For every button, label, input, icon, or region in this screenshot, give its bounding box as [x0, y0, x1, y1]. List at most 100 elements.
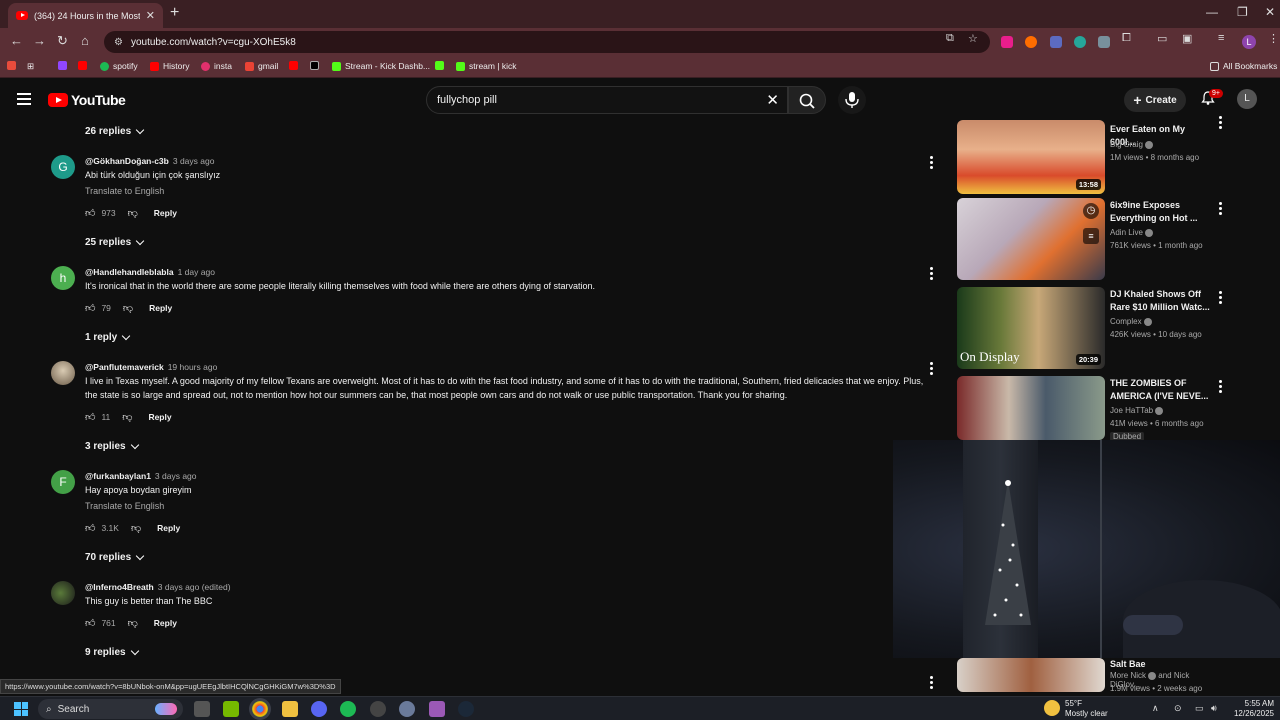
tab-youtube[interactable]: (364) 24 Hours in the Most Obe ✕ — [8, 3, 163, 28]
comment-author[interactable]: @Panflutemaverick — [85, 362, 164, 372]
dislike-icon[interactable]: 👎︎ — [123, 302, 133, 314]
create-button[interactable]: + Create — [1124, 88, 1186, 112]
network-icon[interactable]: ▭ — [1195, 703, 1204, 714]
watch-later-icon[interactable]: ◷ — [1083, 203, 1099, 219]
bookmark-star-icon[interactable]: ☆ — [968, 32, 978, 45]
video-title[interactable]: Salt Bae — [1110, 658, 1212, 671]
comment-time[interactable]: 19 hours ago — [168, 362, 218, 372]
video-title[interactable]: THE ZOMBIES OF AMERICA (I'VE NEVE... — [1110, 377, 1212, 403]
all-bookmarks[interactable]: All Bookmarks — [1210, 61, 1277, 71]
discord-icon[interactable] — [311, 701, 327, 717]
like-icon[interactable]: 👍︎ — [85, 617, 95, 629]
spotify-icon[interactable] — [340, 701, 356, 717]
comment-menu-icon[interactable] — [930, 156, 934, 171]
channel-name[interactable]: Adin Live — [1110, 228, 1153, 237]
extension-icon[interactable] — [1050, 36, 1062, 48]
obs-icon[interactable] — [370, 701, 386, 717]
video-thumbnail[interactable] — [957, 658, 1105, 692]
replies-toggle[interactable]: 25 replies — [85, 236, 145, 248]
video-thumbnail[interactable]: ◷ ≡ — [957, 198, 1105, 280]
like-icon[interactable]: 👍︎ — [85, 411, 95, 423]
extensions-puzzle-icon[interactable]: ⧠ — [1122, 32, 1131, 45]
bookmark-gmail[interactable]: gmail — [245, 61, 278, 71]
steam-icon[interactable] — [458, 701, 474, 717]
search-button[interactable] — [788, 86, 826, 114]
bookmark-kick-dashboard[interactable]: Stream - Kick Dashb... — [332, 61, 430, 71]
nvidia-icon[interactable] — [223, 701, 239, 717]
recommended-video[interactable]: Salt Bae More Nick and Nick DiGlov... 1.… — [957, 658, 1217, 693]
video-menu-icon[interactable] — [1219, 291, 1222, 306]
replies-toggle[interactable]: 26 replies — [85, 125, 145, 137]
chrome-menu-icon[interactable]: ⋮ — [1268, 32, 1279, 45]
extension-icon[interactable] — [1025, 36, 1037, 48]
channel-name[interactable]: Big Craig — [1110, 140, 1153, 149]
minimize-button[interactable]: — — [1206, 5, 1218, 19]
channel-name[interactable]: Complex — [1110, 317, 1152, 326]
video-title[interactable]: 6ix9ine Exposes Everything on Hot ... — [1110, 199, 1212, 225]
taskbar-search[interactable]: ⌕ Search — [38, 699, 183, 719]
game-icon[interactable] — [429, 701, 445, 717]
menu-icon[interactable] — [17, 93, 31, 105]
file-explorer-icon[interactable] — [282, 701, 298, 717]
home-icon[interactable]: ⌂ — [81, 33, 89, 48]
volume-icon[interactable]: 🔊︎ — [1211, 703, 1217, 714]
bookmark-spotify[interactable]: spotify — [100, 61, 138, 71]
recommended-video[interactable]: THE ZOMBIES OF AMERICA (I'VE NEVE... Joe… — [957, 376, 1222, 441]
comment-author[interactable]: @furkanbaylan1 — [85, 471, 151, 481]
replies-toggle[interactable]: 1 reply — [85, 331, 131, 343]
comment-menu-icon[interactable] — [930, 362, 934, 377]
comment-time[interactable]: 3 days ago (edited) — [158, 582, 231, 592]
comment-time[interactable]: 1 day ago — [178, 267, 215, 277]
reply-button[interactable]: Reply — [148, 412, 171, 422]
reply-button[interactable]: Reply — [154, 208, 177, 218]
video-thumbnail[interactable] — [957, 376, 1105, 440]
comment-menu-icon[interactable] — [930, 676, 934, 691]
translate-link[interactable]: Translate to English — [85, 501, 164, 511]
comment-author[interactable]: @GökhanDoğan-c3b — [85, 156, 169, 166]
like-icon[interactable]: 👍︎ — [85, 207, 95, 219]
bookmark-kick[interactable] — [435, 61, 444, 70]
sidepanel-icon[interactable]: ▭ — [1157, 32, 1167, 45]
bookmark-youtube[interactable] — [78, 61, 87, 70]
extension-icon[interactable] — [1074, 36, 1086, 48]
location-icon[interactable]: ⊙ — [1174, 703, 1182, 714]
avatar[interactable] — [51, 581, 75, 605]
tray-overflow-icon[interactable]: ∧ — [1152, 703, 1159, 714]
reading-list-icon[interactable]: ≡ — [1218, 32, 1224, 44]
avatar[interactable]: F — [51, 470, 75, 494]
replies-toggle[interactable]: 70 replies — [85, 551, 145, 563]
video-menu-icon[interactable] — [1219, 380, 1222, 395]
maximize-button[interactable]: ❐ — [1237, 5, 1248, 19]
taskbar-clock[interactable]: 5:55 AM 12/26/2025 — [1228, 699, 1274, 719]
recommended-video[interactable]: ◷ ≡ 6ix9ine Exposes Everything on Hot ..… — [957, 198, 1222, 282]
avatar[interactable]: h — [51, 266, 75, 290]
close-window-button[interactable]: ✕ — [1265, 5, 1275, 19]
search-input[interactable]: fullychop pill ✕ — [426, 86, 788, 114]
channel-name[interactable]: Joe HaTTab — [1110, 406, 1164, 415]
site-info-icon[interactable]: ⚙ — [114, 37, 123, 48]
new-tab-button[interactable]: + — [170, 4, 179, 22]
address-bar[interactable]: ⚙ youtube.com/watch?v=cgu-XOhE5k8 — [104, 31, 990, 53]
video-menu-icon[interactable] — [1219, 116, 1222, 131]
bookmark-youtube-2[interactable] — [289, 61, 298, 70]
comment-menu-icon[interactable] — [930, 267, 934, 282]
windows-start-icon[interactable] — [14, 702, 28, 716]
bookmark-apps-icon[interactable] — [7, 61, 16, 70]
extension-icon[interactable] — [1001, 36, 1013, 48]
video-menu-icon[interactable] — [1219, 202, 1222, 217]
chrome-taskbar-icon[interactable] — [252, 701, 268, 717]
avatar[interactable] — [51, 361, 75, 385]
dislike-icon[interactable]: 👎︎ — [128, 617, 138, 629]
account-avatar[interactable]: L — [1237, 89, 1257, 109]
reply-button[interactable]: Reply — [154, 618, 177, 628]
bookmark-history[interactable]: History — [150, 61, 189, 71]
voice-search-button[interactable] — [838, 86, 866, 114]
translate-link[interactable]: Translate to English — [85, 186, 164, 196]
reply-button[interactable]: Reply — [149, 303, 172, 313]
dislike-icon[interactable]: 👎︎ — [122, 411, 132, 423]
screenshot-icon[interactable]: ▣ — [1182, 32, 1192, 45]
recommended-video[interactable]: 13:58 Ever Eaten on My 600l... Big Craig… — [957, 116, 1222, 194]
extension-icon[interactable] — [1098, 36, 1110, 48]
forward-icon[interactable]: → — [33, 33, 46, 48]
tab-close-icon[interactable]: ✕ — [146, 9, 155, 22]
